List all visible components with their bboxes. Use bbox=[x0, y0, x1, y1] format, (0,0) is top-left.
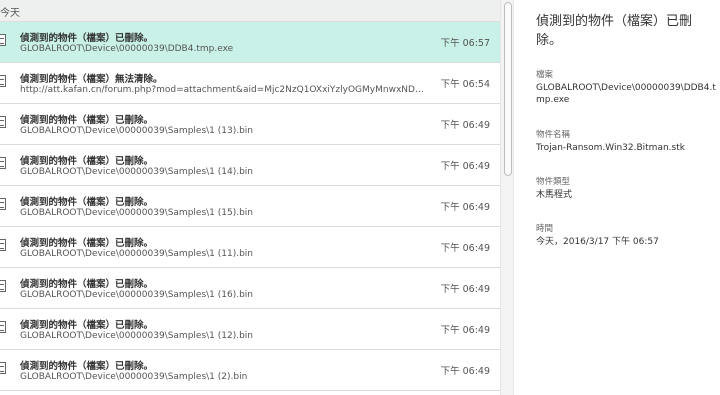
event-row[interactable]: 偵測到的物件（檔案）已刪除。 GLOBALROOT\Device\0000003… bbox=[0, 227, 500, 268]
event-time: 下午 06:49 bbox=[440, 366, 490, 377]
event-time: 下午 06:54 bbox=[440, 79, 490, 90]
group-header: 今天 bbox=[0, 0, 500, 22]
event-rows: 偵測到的物件（檔案）已刪除。 GLOBALROOT\Device\0000003… bbox=[0, 22, 500, 391]
object-type-label: 物件類型 bbox=[536, 177, 571, 187]
event-path: GLOBALROOT\Device\00000039\Samples\1 (12… bbox=[20, 331, 254, 341]
document-icon bbox=[0, 321, 6, 333]
event-title: 偵測到的物件（檔案）已刪除。 bbox=[20, 197, 154, 208]
document-icon bbox=[0, 362, 6, 374]
event-list: 今天 偵測到的物件（檔案）已刪除。 GLOBALROOT\Device\0000… bbox=[0, 0, 500, 395]
event-time: 下午 06:49 bbox=[440, 120, 490, 131]
event-row[interactable]: 偵測到的物件（檔案）已刪除。 GLOBALROOT\Device\0000003… bbox=[0, 104, 500, 145]
time-label: 時間 bbox=[536, 224, 554, 234]
file-value: GLOBALROOT\Device\00000039\DDB4.tmp.exe bbox=[536, 83, 716, 105]
event-title: 偵測到的物件（檔案）已刪除。 bbox=[20, 320, 154, 331]
scroll-thumb[interactable] bbox=[504, 2, 512, 176]
document-icon bbox=[0, 239, 6, 251]
document-icon bbox=[0, 157, 6, 169]
event-time: 下午 06:57 bbox=[440, 38, 490, 49]
event-row[interactable]: 偵測到的物件（檔案）已刪除。 GLOBALROOT\Device\0000003… bbox=[0, 350, 500, 391]
event-path: GLOBALROOT\Device\00000039\Samples\1 (16… bbox=[20, 290, 254, 300]
event-path: GLOBALROOT\Device\00000039\Samples\1 (15… bbox=[20, 208, 254, 218]
file-label: 檔案 bbox=[536, 70, 554, 80]
detail-pane: 偵測到的物件（檔案）已刪除。 檔案 GLOBALROOT\Device\0000… bbox=[514, 0, 720, 395]
event-row[interactable]: 偵測到的物件（檔案）已刪除。 GLOBALROOT\Device\0000003… bbox=[0, 145, 500, 186]
event-path: http://att.kafan.cn/forum.php?mod=attach… bbox=[20, 85, 430, 95]
event-path: GLOBALROOT\Device\00000039\Samples\1 (2)… bbox=[20, 372, 248, 382]
event-time: 下午 06:49 bbox=[440, 284, 490, 295]
event-title: 偵測到的物件（檔案）已刪除。 bbox=[20, 238, 154, 249]
event-row[interactable]: 偵測到的物件（檔案）已刪除。 GLOBALROOT\Device\0000003… bbox=[0, 22, 500, 63]
event-title: 偵測到的物件（檔案）已刪除。 bbox=[20, 361, 154, 372]
event-time: 下午 06:49 bbox=[440, 161, 490, 172]
event-title: 偵測到的物件（檔案）已刪除。 bbox=[20, 33, 154, 44]
event-path: GLOBALROOT\Device\00000039\Samples\1 (14… bbox=[20, 167, 254, 177]
event-time: 下午 06:49 bbox=[440, 325, 490, 336]
detail-title: 偵測到的物件（檔案）已刪除。 bbox=[536, 14, 693, 48]
event-title: 偵測到的物件（檔案）已刪除。 bbox=[20, 279, 154, 290]
event-path: GLOBALROOT\Device\00000039\DDB4.tmp.exe bbox=[20, 44, 234, 54]
document-icon bbox=[0, 116, 6, 128]
object-name-label: 物件名稱 bbox=[536, 130, 571, 140]
document-icon bbox=[0, 75, 6, 87]
event-title: 偵測到的物件（檔案）已刪除。 bbox=[20, 156, 154, 167]
event-title: 偵測到的物件（檔案）已刪除。 bbox=[20, 115, 154, 126]
time-value: 今天，2016/3/17 下午 06:57 bbox=[536, 237, 659, 247]
document-icon bbox=[0, 198, 6, 210]
list-scrollbar[interactable] bbox=[500, 0, 514, 395]
event-row[interactable]: 偵測到的物件（檔案）已刪除。 GLOBALROOT\Device\0000003… bbox=[0, 186, 500, 227]
event-row[interactable]: 偵測到的物件（檔案）無法清除。 http://att.kafan.cn/foru… bbox=[0, 63, 500, 104]
document-icon bbox=[0, 34, 6, 46]
object-type-value: 木馬程式 bbox=[536, 190, 573, 200]
event-time: 下午 06:49 bbox=[440, 202, 490, 213]
event-time: 下午 06:49 bbox=[440, 243, 490, 254]
event-row[interactable]: 偵測到的物件（檔案）已刪除。 GLOBALROOT\Device\0000003… bbox=[0, 309, 500, 350]
document-icon bbox=[0, 280, 6, 292]
event-title: 偵測到的物件（檔案）無法清除。 bbox=[20, 74, 163, 85]
event-row[interactable]: 偵測到的物件（檔案）已刪除。 GLOBALROOT\Device\0000003… bbox=[0, 268, 500, 309]
event-path: GLOBALROOT\Device\00000039\Samples\1 (13… bbox=[20, 126, 254, 136]
object-name-value: Trojan-Ransom.Win32.Bitman.stk bbox=[536, 143, 685, 153]
event-path: GLOBALROOT\Device\00000039\Samples\1 (11… bbox=[20, 249, 254, 259]
group-label: 今天 bbox=[0, 8, 20, 19]
